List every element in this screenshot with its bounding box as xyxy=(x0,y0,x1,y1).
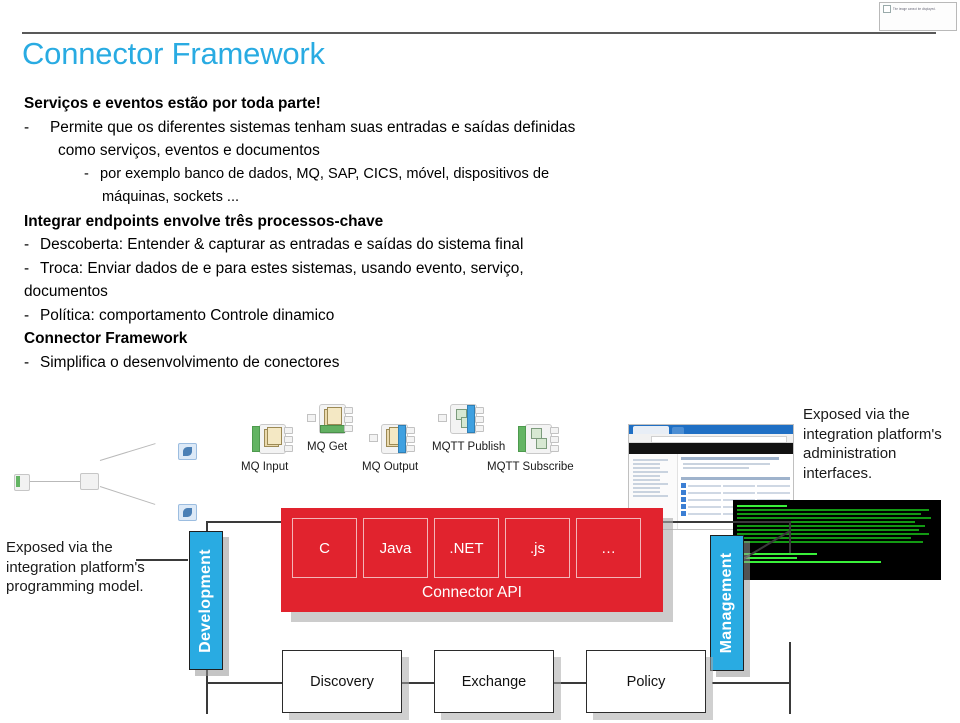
bullet-dash: - xyxy=(24,259,30,277)
caption-right: Exposed via the integration platform's a… xyxy=(803,406,942,482)
header-divider xyxy=(22,32,936,34)
flow-node-transform xyxy=(80,473,99,490)
console-nav-bar xyxy=(629,443,793,454)
lang-box-java[interactable]: Java xyxy=(363,518,428,578)
process-box-exchange-label: Exchange xyxy=(461,673,527,690)
caption-left: Exposed via the integration platform's p… xyxy=(6,539,145,595)
bullet-dash: - xyxy=(24,306,30,324)
body-heading: Serviços e eventos estão por toda parte! xyxy=(24,95,321,112)
diagram-wire-bottom-right xyxy=(712,682,791,684)
connector-api-block: C Java .NET .js … Connector API xyxy=(281,508,663,612)
lang-box-c[interactable]: C xyxy=(292,518,357,578)
process-box-discovery-label: Discovery xyxy=(310,673,374,690)
mq-get-label: MQ Get xyxy=(307,441,348,453)
flow-node-output-b xyxy=(178,504,197,521)
section-heading-processos: Integrar endpoints envolve três processo… xyxy=(24,212,384,230)
bullet-dash: - xyxy=(24,236,30,253)
browser-tab-bar xyxy=(629,425,793,434)
terminal-screenshot xyxy=(733,500,941,580)
diagram-wire-bottom-left xyxy=(206,682,282,684)
diagram-wire-right-down xyxy=(789,642,791,714)
flow-wire xyxy=(99,486,156,505)
flow-wire xyxy=(99,443,156,461)
bullet-5-text: Política: comportamento Controle dinamic… xyxy=(40,306,335,324)
broken-image-alt-text: The image cannot be displayed. xyxy=(893,6,936,12)
development-bar[interactable]: Development xyxy=(189,531,223,670)
diagram-wire-bottom-mid2 xyxy=(552,682,586,684)
mqtt-publish-label: MQTT Publish xyxy=(432,441,506,453)
bullet-4-text: Troca: Enviar dados de e para estes sist… xyxy=(40,259,524,277)
mqtt-publish-icon xyxy=(438,402,484,436)
bullet-1-cont: como serviços, eventos e documentos xyxy=(58,142,320,159)
management-bar[interactable]: Management xyxy=(710,535,744,671)
mqtt-subscribe-icon xyxy=(518,422,559,456)
connector-api-title: Connector API xyxy=(422,584,522,601)
bullet-3: - Descoberta: Entender & capturar as entr… xyxy=(24,233,714,257)
mq-input-icon xyxy=(252,422,293,456)
mqtt-subscribe-label: MQTT Subscribe xyxy=(487,461,574,473)
bullet-dash: - xyxy=(84,165,89,182)
bullet-dash: - xyxy=(24,118,30,136)
lang-box-dotnet[interactable]: .NET xyxy=(434,518,499,578)
slide-body: Serviços e eventos estão por toda parte!… xyxy=(24,92,714,374)
flow-node-source xyxy=(14,474,30,491)
process-box-policy-label: Policy xyxy=(626,673,666,690)
bullet-6: - Simplifica o desenvolvimento de conecto… xyxy=(24,351,714,375)
lang-box-more[interactable]: … xyxy=(576,518,641,578)
broken-image-icon xyxy=(883,5,891,13)
architecture-diagram: MQ Input MQ Get MQ Output MQTT Publish M… xyxy=(0,388,960,723)
bullet-2-text: por exemplo banco de dados, MQ, SAP, CIC… xyxy=(100,165,550,182)
mq-get-icon xyxy=(307,402,353,436)
bullet-4: - Troca: Enviar dados de e para estes sis… xyxy=(24,257,714,281)
section-heading-connector-framework: Connector Framework xyxy=(24,330,188,347)
process-box-policy[interactable]: Policy xyxy=(586,650,706,713)
bullet-1: - Permite que os diferentes sistemas tenh… xyxy=(24,116,714,140)
diagram-wire-right-up xyxy=(789,521,791,553)
bullet-2-cont: máquinas, sockets ... xyxy=(102,189,240,205)
bullet-4-cont: documentos xyxy=(24,283,108,300)
diagram-wire-bottom-mid1 xyxy=(400,682,434,684)
mq-output-label: MQ Output xyxy=(362,461,419,473)
development-bar-label: Development xyxy=(197,548,214,653)
broken-image-placeholder: The image cannot be displayed. xyxy=(879,2,957,31)
bullet-5: - Política: comportamento Controle dinami… xyxy=(24,304,714,328)
mq-output-icon xyxy=(369,422,415,456)
browser-address-bar xyxy=(629,434,793,443)
process-box-discovery[interactable]: Discovery xyxy=(282,650,402,713)
bullet-2: - por exemplo banco de dados, MQ, SAP, CI… xyxy=(24,163,714,187)
lang-box-js[interactable]: .js xyxy=(505,518,570,578)
bullet-3-text: Descoberta: Entender & capturar as entra… xyxy=(40,236,524,253)
bullet-dash: - xyxy=(24,353,30,371)
process-box-exchange[interactable]: Exchange xyxy=(434,650,554,713)
management-bar-label: Management xyxy=(718,552,735,654)
mq-input-label: MQ Input xyxy=(241,461,289,473)
bullet-6-text: Simplifica o desenvolvimento de conector… xyxy=(40,353,340,371)
flow-node-output-a xyxy=(178,443,197,460)
page-title: Connector Framework xyxy=(22,36,325,71)
flow-wire xyxy=(30,481,80,482)
bullet-1-text: Permite que os diferentes sistemas tenha… xyxy=(50,118,576,136)
